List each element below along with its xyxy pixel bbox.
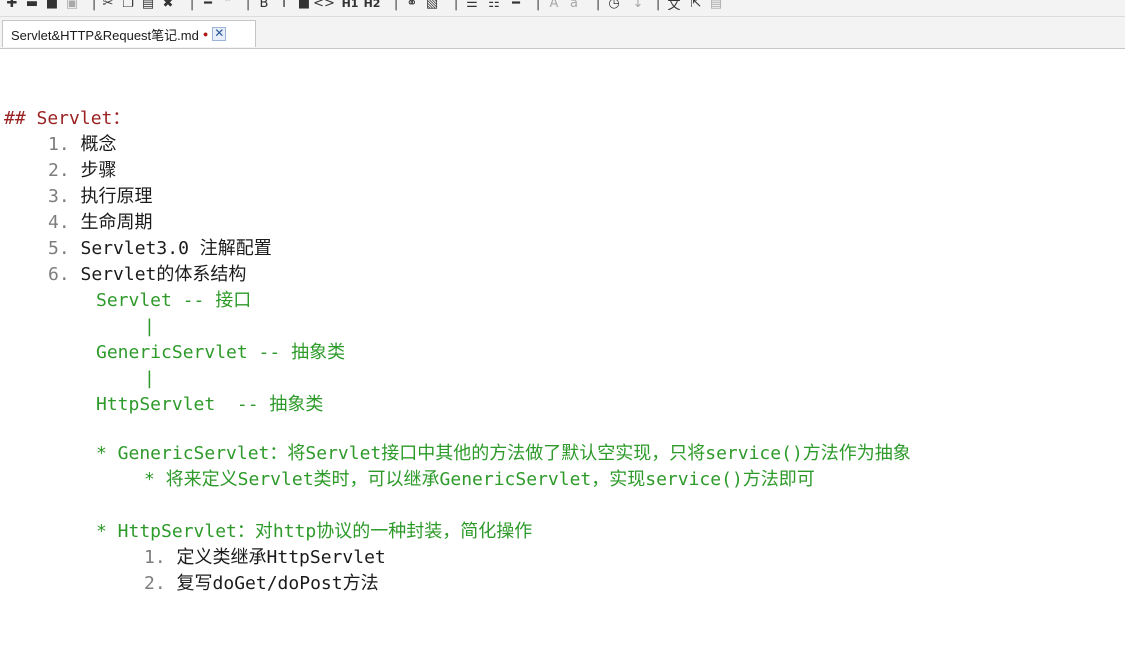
list-item: 2. 复写doGet/doPost方法 <box>144 573 379 594</box>
tab-file[interactable]: Servlet&HTTP&Request笔记.md ● ✕ <box>2 20 256 47</box>
font-decrease-icon[interactable]: a <box>566 0 582 11</box>
http-servlet-note: * HttpServlet：对http协议的一种封装，简化操作 <box>96 521 533 542</box>
history-icon[interactable]: ◷ <box>606 0 622 11</box>
tab-strip: Servlet&HTTP&Request笔记.md ● ✕ <box>0 17 1125 49</box>
new-file-icon[interactable]: ✚ <box>4 0 20 11</box>
close-icon[interactable]: ✕ <box>212 27 227 41</box>
separator-icon: │ <box>654 0 662 11</box>
paste-icon[interactable]: ▤ <box>140 0 156 11</box>
separator-icon: │ <box>188 0 196 11</box>
hierarchy-line: GenericServlet -- 抽象类 <box>96 342 346 363</box>
separator-icon: │ <box>594 0 602 11</box>
arrow-down-icon[interactable]: ↓ <box>630 0 646 11</box>
open-folder-icon[interactable]: ▬ <box>24 0 40 11</box>
separator-icon: │ <box>244 0 252 11</box>
italic-icon[interactable]: I <box>276 0 292 11</box>
code-icon[interactable]: <> <box>313 0 335 11</box>
tab-title: Servlet&HTTP&Request笔记.md <box>11 27 199 43</box>
list-item: 1. 定义类继承HttpServlet <box>144 547 386 568</box>
list-item: 2. 步骤 <box>48 160 117 181</box>
cut-icon[interactable]: ✂ <box>100 0 116 11</box>
modified-indicator-icon: ● <box>202 29 209 39</box>
ordered-list-icon[interactable]: ☷ <box>486 0 502 11</box>
list-item: 4. 生命周期 <box>48 212 153 233</box>
editor[interactable]: ## Servlet： 1. 概念 2. 步骤 3. 执行原理 4. 生命周期 … <box>0 49 1125 662</box>
delete-icon[interactable]: ✖ <box>160 0 176 11</box>
link-icon[interactable]: ⚭ <box>404 0 420 11</box>
hierarchy-line: | <box>144 316 155 337</box>
separator-icon: │ <box>534 0 542 11</box>
hierarchy-line: | <box>144 368 155 389</box>
hierarchy-line: HttpServlet -- 抽象类 <box>96 394 324 415</box>
hierarchy-line: Servlet -- 接口 <box>96 290 252 311</box>
font-increase-icon[interactable]: A <box>546 0 562 11</box>
heading2-icon[interactable]: H2 <box>364 0 381 11</box>
list-item: 5. Servlet3.0 注解配置 <box>48 238 272 259</box>
generic-servlet-sub-note: * 将来定义Servlet类时，可以继承GenericServlet，实现ser… <box>144 469 815 490</box>
block-icon[interactable]: ■ <box>296 0 312 11</box>
translate-icon[interactable]: 文 <box>666 0 682 13</box>
markdown-heading: ## Servlet： <box>4 108 131 129</box>
save-icon[interactable]: ■ <box>44 0 60 11</box>
horizontal-rule-icon[interactable]: ━ <box>200 0 216 11</box>
copy-icon[interactable]: ❐ <box>120 0 136 11</box>
list-item: 3. 执行原理 <box>48 186 153 207</box>
separator-icon: │ <box>452 0 460 11</box>
unordered-list-icon[interactable]: ☰ <box>464 0 480 11</box>
separator-icon: │ <box>392 0 400 11</box>
bold-icon[interactable]: B <box>256 0 272 11</box>
export-icon[interactable]: ⇱ <box>688 0 704 11</box>
preview-icon[interactable]: ▤ <box>708 0 724 11</box>
hr-line-icon[interactable]: ━ <box>508 0 524 11</box>
heading1-icon[interactable]: H1 <box>342 0 359 11</box>
toolbar: ✚ ▬ ■ ▣ │ ✂ ❐ ▤ ✖ │ ━ “ │ B I ■ <> H1 H2… <box>0 0 1125 17</box>
image-icon[interactable]: ▧ <box>424 0 440 11</box>
list-item: 1. 概念 <box>48 134 117 155</box>
list-item: 6. Servlet的体系结构 <box>48 264 247 285</box>
quote-icon[interactable]: “ <box>220 0 236 11</box>
save-all-icon[interactable]: ▣ <box>64 0 80 11</box>
generic-servlet-note: * GenericServlet：将Servlet接口中其他的方法做了默认空实现… <box>96 443 911 464</box>
